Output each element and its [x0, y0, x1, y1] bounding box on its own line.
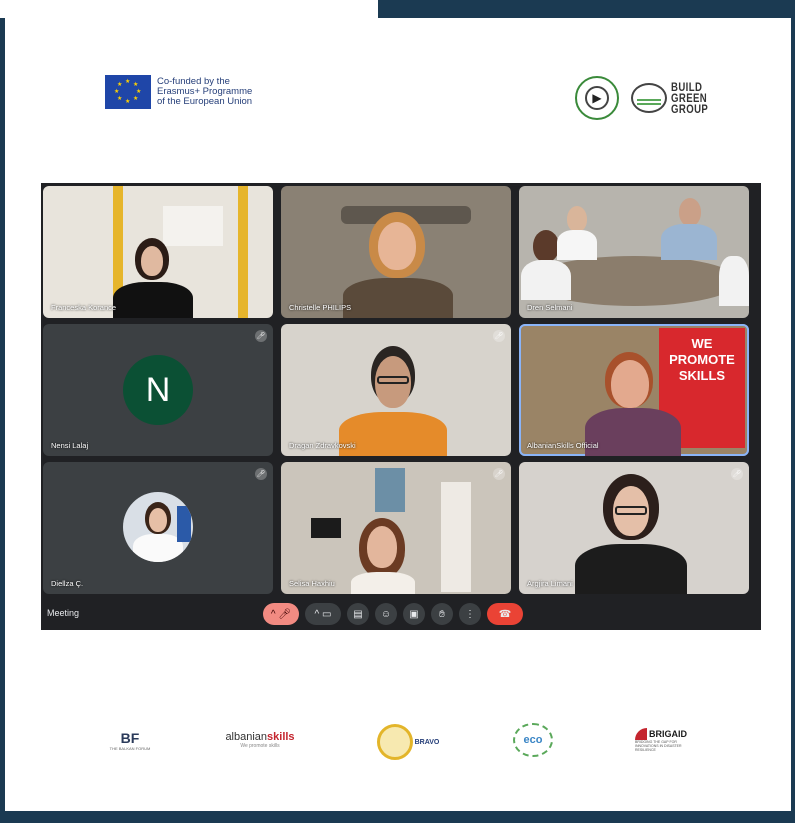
eu-erasmus-logo: ★ ★ ★ ★ ★ ★ ★ ★ Co-funded by the Erasmus… [105, 75, 252, 109]
emoji-icon: ☺ [380, 608, 392, 620]
emoji-button[interactable]: ☺ [375, 603, 397, 625]
brigaid-sub: BRIDGING THE GAP FOR INNOVATIONS IN DISA… [635, 740, 682, 752]
eu-text: Co-funded by the Erasmus+ Programme of t… [157, 77, 252, 107]
mic-off-icon: ^ 🎤︎ [270, 608, 292, 620]
more-vert-icon: ⋮ [465, 608, 475, 620]
participant-name: Nensi Lalaj [51, 441, 89, 450]
participant-tile-5[interactable]: 🎤︎ Dragan Zdravkovski [281, 324, 511, 456]
bravo-badge-icon [376, 724, 413, 760]
participant-name: Diellza Ç. [51, 579, 84, 588]
top-strip [0, 0, 378, 18]
balkan-forum-logo: BF THE BALKAN FORUM [105, 720, 155, 760]
raise-hand-button[interactable]: ✋︎ [431, 603, 453, 625]
build-green-group-logo: BUILD GREEN GROUP [631, 81, 718, 116]
participant-tile-4[interactable]: 🎤︎ N Nensi Lalaj [43, 324, 273, 456]
as-accent: skills [267, 731, 295, 743]
build-green-group-text: BUILD GREEN GROUP [671, 81, 709, 116]
brigaid-text: BRIGAID [649, 729, 687, 739]
video-meeting-window: Franceska Korance Christelle PHILIPS Dre… [41, 183, 761, 630]
hand-icon: ✋︎ [439, 608, 445, 620]
more-options-button[interactable]: ⋮ [459, 603, 481, 625]
participant-tile-2[interactable]: Christelle PHILIPS [281, 186, 511, 318]
participant-tile-3[interactable]: Dren Selmani [519, 186, 749, 318]
leave-call-button[interactable]: ☎︎ [487, 603, 523, 625]
bf-sub: THE BALKAN FORUM [109, 745, 151, 751]
mic-muted-icon: 🎤︎ [255, 330, 267, 342]
project-circle-logo: ▶ [575, 76, 619, 120]
participant-name: Franceska Korance [51, 303, 117, 312]
mic-muted-icon: 🎤︎ [493, 330, 505, 342]
mic-muted-icon: 🎤︎ [255, 468, 267, 480]
participant-tile-8[interactable]: 🎤︎ Selisa Haxhiu [281, 462, 511, 594]
captions-icon: ▤ [353, 608, 363, 620]
participant-name: AlbanianSkills Official [527, 441, 599, 450]
header-partner-logos: ▶ BUILD GREEN GROUP [575, 76, 718, 120]
captions-button[interactable]: ▤ [347, 603, 369, 625]
play-icon: ▶ [585, 86, 609, 110]
bravo-text: BRAVO [414, 738, 440, 746]
bf-mark: BF [120, 729, 140, 746]
camera-icon: ^ ▭ [314, 608, 332, 620]
present-icon: ▣ [409, 608, 419, 620]
avatar: N [123, 355, 193, 425]
eu-flag-icon: ★ ★ ★ ★ ★ ★ ★ ★ [105, 75, 151, 109]
participant-name: Dren Selmani [527, 303, 573, 312]
brigaid-logo: BRIGAID BRIDGING THE GAP FOR INNOVATIONS… [635, 720, 715, 760]
participant-name: Argjira Limani [527, 579, 573, 588]
hang-up-icon: ☎︎ [498, 608, 512, 620]
as-sub: We promote skills [240, 743, 280, 749]
footer-partner-logos: BF THE BALKAN FORUM albanianskills We pr… [105, 720, 725, 766]
banner-line: WE [691, 336, 713, 351]
participant-name: Christelle PHILIPS [289, 303, 352, 312]
as-prefix: albanian [225, 731, 268, 743]
eco-logo: eco [505, 720, 561, 760]
avatar [123, 492, 193, 562]
landscape-icon [631, 83, 667, 113]
camera-toggle-button[interactable]: ^ ▭ [305, 603, 341, 625]
meeting-control-bar: Meeting ^ 🎤︎ ^ ▭ ▤ ☺ ▣ ✋︎ ⋮ ☎︎ [41, 598, 761, 630]
poster-card: ★ ★ ★ ★ ★ ★ ★ ★ Co-funded by the Erasmus… [5, 18, 791, 811]
banner-line: PROMOTE [669, 352, 735, 367]
participant-name: Dragan Zdravkovski [289, 441, 356, 450]
mic-toggle-button[interactable]: ^ 🎤︎ [263, 603, 299, 625]
eco-text: eco [513, 723, 553, 757]
bravo-logo: BRAVO [373, 720, 443, 764]
bgg-line-3: GROUP [671, 101, 709, 116]
we-promote-skills-banner: WE PROMOTE SKILLS [659, 336, 745, 384]
participant-tile-7[interactable]: 🎤︎ Diellza Ç. [43, 462, 273, 594]
present-button[interactable]: ▣ [403, 603, 425, 625]
participant-tile-6[interactable]: WE PROMOTE SKILLS AlbanianSkills Officia… [519, 324, 749, 456]
mic-muted-icon: 🎤︎ [731, 468, 743, 480]
participant-tile-9[interactable]: 🎤︎ Argjira Limani [519, 462, 749, 594]
banner-line: SKILLS [678, 368, 726, 383]
participant-tile-1[interactable]: Franceska Korance [43, 186, 273, 318]
participant-name: Selisa Haxhiu [289, 579, 335, 588]
brigaid-arc-icon [635, 728, 647, 740]
mic-muted-icon: 🎤︎ [493, 468, 505, 480]
control-group: ^ 🎤︎ ^ ▭ ▤ ☺ ▣ ✋︎ ⋮ ☎︎ [263, 603, 523, 625]
meeting-title: Meeting [47, 608, 80, 618]
eu-line-3: of the European Union [157, 96, 253, 107]
albanian-skills-logo: albanianskills We promote skills [205, 720, 315, 760]
